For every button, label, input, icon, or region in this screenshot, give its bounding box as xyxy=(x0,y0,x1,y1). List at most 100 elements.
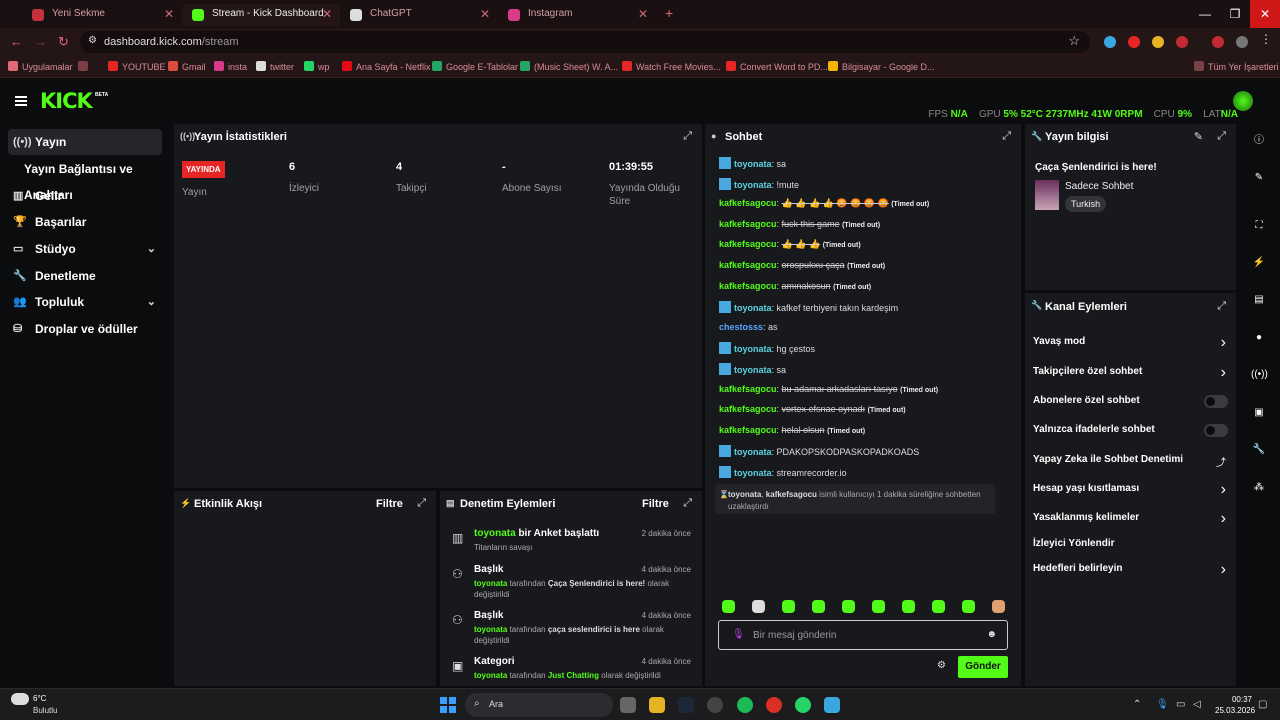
taskbar-search-input[interactable]: ⌕ Ara xyxy=(465,693,613,717)
bookmark-apps[interactable]: Uygulamalar xyxy=(8,61,73,72)
back-icon[interactable]: ← xyxy=(10,34,23,49)
channel-action-row[interactable]: Yasaklanmış kelimeler › xyxy=(1025,510,1236,530)
emote-icon[interactable] xyxy=(872,600,885,613)
chat-username[interactable]: kafkefsagocu xyxy=(719,219,777,229)
expand-icon[interactable]: ⤢ xyxy=(1217,300,1226,313)
bookmark-movies[interactable]: Watch Free Movies... xyxy=(622,61,721,72)
edit-icon[interactable]: ✎ xyxy=(1194,130,1203,143)
bookmark-music-sheet[interactable]: (Music Sheet) W. A... xyxy=(520,61,618,72)
file-explorer-icon[interactable] xyxy=(649,697,665,713)
gear-icon[interactable]: ⚙ xyxy=(937,660,946,671)
bookmark-gmail[interactable]: Gmail xyxy=(168,61,206,72)
url-input[interactable]: ⚙ dashboard.kick.com/stream ☆ xyxy=(80,31,1090,53)
minimize-button[interactable]: — xyxy=(1190,0,1220,28)
chat-username[interactable]: kafkefsagocu xyxy=(719,281,777,291)
sidebar-item-denetleme[interactable]: 🔧 Denetleme xyxy=(8,263,162,289)
chat-username[interactable]: toyonata xyxy=(734,447,772,457)
channel-action-row[interactable]: Yapay Zeka ile Sohbet Denetimi ⤴ xyxy=(1025,452,1236,472)
tab-instagram[interactable]: Instagram ✕ xyxy=(498,4,656,26)
emoji-icon[interactable]: ☻ xyxy=(986,629,997,640)
download-icon[interactable] xyxy=(1212,36,1224,48)
app-icon[interactable] xyxy=(824,697,840,713)
chat-input[interactable]: 🎙 Bir mesaj gönderin ☻ xyxy=(718,620,1008,650)
close-icon[interactable]: ✕ xyxy=(638,7,648,21)
chat-username[interactable]: kafkefsagocu xyxy=(719,198,777,208)
emote-icon[interactable] xyxy=(842,600,855,613)
chat-username[interactable]: kafkefsagocu xyxy=(719,260,777,270)
hamburger-menu-icon[interactable] xyxy=(15,96,27,106)
app-icon[interactable] xyxy=(707,697,723,713)
chat-username[interactable]: kafkefsagocu xyxy=(719,384,777,394)
channel-action-row[interactable]: Hesap yaşı kısıtlaması › xyxy=(1025,481,1236,501)
clock[interactable]: 00:37 25.03.2026 xyxy=(1215,694,1255,716)
forward-icon[interactable]: → xyxy=(34,34,47,49)
chat-username[interactable]: toyonata xyxy=(734,159,772,169)
reload-icon[interactable]: ↻ xyxy=(58,34,69,50)
send-button[interactable]: Gönder xyxy=(958,656,1008,678)
user-avatar[interactable] xyxy=(1233,91,1253,111)
sidebar-item-gelir[interactable]: ▥ Gelir xyxy=(8,183,162,209)
chat-username[interactable]: toyonata xyxy=(734,468,772,478)
bookmark-sheets[interactable]: Google E-Tablolar xyxy=(432,61,518,72)
kick-logo[interactable]: KICK xyxy=(40,89,93,113)
chat-username[interactable]: toyonata xyxy=(734,180,772,190)
new-tab-button[interactable]: + xyxy=(665,5,673,21)
channel-action-row[interactable]: Yalnızca ifadelerle sohbet xyxy=(1025,422,1236,442)
volume-icon[interactable]: ◁ xyxy=(1193,699,1201,710)
tab-chatgpt[interactable]: ChatGPT ✕ xyxy=(340,4,498,26)
chat-bubble-icon[interactable]: ● xyxy=(1251,330,1267,346)
bookmark-youtube[interactable]: YOUTUBE xyxy=(108,61,166,72)
emote-icon[interactable] xyxy=(722,600,735,613)
chevron-up-icon[interactable]: ⌃ xyxy=(1133,699,1141,710)
bookmark-insta[interactable]: insta xyxy=(214,61,247,72)
extension-icon[interactable] xyxy=(1176,36,1188,48)
emote-icon[interactable] xyxy=(812,600,825,613)
microphone-icon[interactable]: 🎙 xyxy=(732,629,745,640)
bookmark-netflix[interactable]: Ana Sayfa - Netflix xyxy=(342,61,431,72)
sidebar-item-droplar[interactable]: ⛁ Droplar ve ödüller xyxy=(8,316,162,342)
channel-action-row[interactable]: Yavaş mod › xyxy=(1025,334,1236,354)
channel-action-row[interactable]: İzleyici Yönlendir xyxy=(1025,536,1236,556)
network-icon[interactable]: ▭ xyxy=(1176,699,1185,710)
wrench-icon[interactable]: 🔧 xyxy=(1251,442,1267,458)
bookmark-drive[interactable]: Bilgisayar - Google D... xyxy=(828,61,935,72)
chat-username[interactable]: kafkefsagocu xyxy=(719,425,777,435)
info-icon[interactable]: ⓘ xyxy=(1251,133,1267,149)
expand-icon[interactable]: ⤢ xyxy=(683,130,692,143)
steam-icon[interactable] xyxy=(678,697,694,713)
expand-icon[interactable]: ⤢ xyxy=(1217,130,1226,143)
chat-username[interactable]: kafkefsagocu xyxy=(719,404,777,414)
channel-action-row[interactable]: Takipçilere özel sohbet › xyxy=(1025,364,1236,384)
close-icon[interactable]: ✕ xyxy=(322,7,332,21)
broadcast-icon[interactable]: ((•)) xyxy=(1251,367,1268,383)
category-name[interactable]: Sadece Sohbet xyxy=(1065,181,1133,192)
bolt-icon[interactable]: ⚡ xyxy=(1251,255,1267,271)
site-info-icon[interactable]: ⚙ xyxy=(88,35,97,46)
expand-icon[interactable]: ⤢ xyxy=(417,497,426,510)
close-icon[interactable]: ✕ xyxy=(164,7,174,21)
emote-icon[interactable] xyxy=(902,600,915,613)
weather-icon[interactable] xyxy=(11,693,29,705)
maximize-button[interactable]: ❐ xyxy=(1220,0,1250,28)
layout-icon[interactable]: ▣ xyxy=(1251,405,1267,421)
bookmark-folder-icon[interactable] xyxy=(78,61,92,72)
emote-icon[interactable] xyxy=(962,600,975,613)
bookmark-convert[interactable]: Convert Word to PD... xyxy=(726,61,828,72)
extension-icon[interactable] xyxy=(1152,36,1164,48)
sidebar-item-yayin[interactable]: ((•)) Yayın xyxy=(8,129,162,155)
language-tag[interactable]: Turkish xyxy=(1065,196,1107,212)
filter-button[interactable]: Filtre xyxy=(642,498,669,510)
channel-action-row[interactable]: Abonelere özel sohbet xyxy=(1025,393,1236,413)
extension-icon[interactable] xyxy=(1128,36,1140,48)
toggle-switch[interactable] xyxy=(1204,424,1228,437)
close-icon[interactable]: ✕ xyxy=(480,7,490,21)
chat-username[interactable]: kafkefsagocu xyxy=(719,239,777,249)
spotify-icon[interactable] xyxy=(737,697,753,713)
windows-start-icon[interactable] xyxy=(440,697,456,713)
edit-icon[interactable]: ✎ xyxy=(1251,170,1267,186)
microphone-icon[interactable]: 🎙 xyxy=(1156,699,1169,710)
channel-action-row[interactable]: Hedefleri belirleyin › xyxy=(1025,561,1236,581)
task-view-icon[interactable] xyxy=(620,697,636,713)
emote-icon[interactable] xyxy=(932,600,945,613)
bookmark-all[interactable]: Tüm Yer İşaretleri xyxy=(1194,61,1279,72)
